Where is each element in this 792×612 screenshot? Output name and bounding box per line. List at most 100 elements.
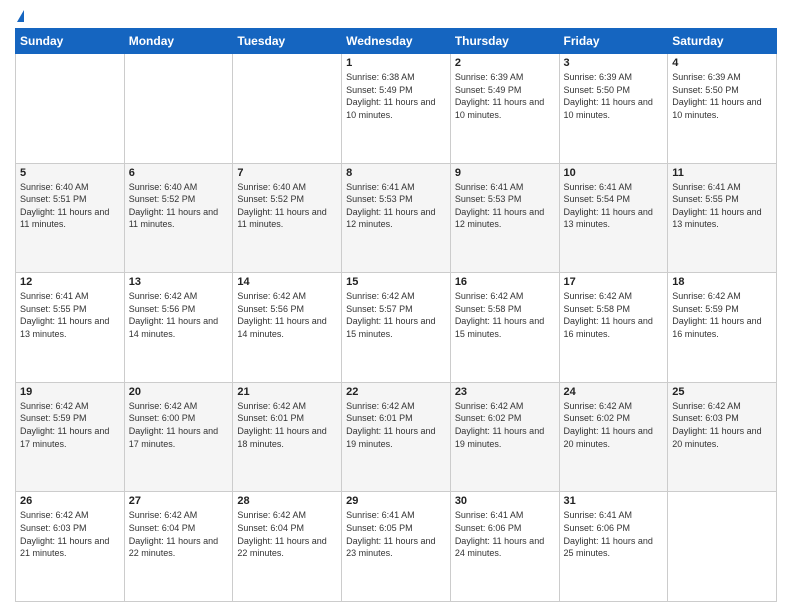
day-number: 13: [129, 276, 229, 288]
day-cell: 20 Sunrise: 6:42 AMSunset: 6:00 PMDayligh…: [124, 382, 233, 492]
logo-triangle-icon: [17, 10, 24, 22]
day-cell: 7 Sunrise: 6:40 AMSunset: 5:52 PMDaylight…: [233, 163, 342, 273]
day-info: Sunrise: 6:41 AMSunset: 6:06 PMDaylight:…: [564, 509, 664, 559]
day-cell: 19 Sunrise: 6:42 AMSunset: 5:59 PMDayligh…: [16, 382, 125, 492]
day-number: 16: [455, 276, 555, 288]
day-header-friday: Friday: [559, 29, 668, 54]
day-cell: 29 Sunrise: 6:41 AMSunset: 6:05 PMDayligh…: [342, 492, 451, 602]
day-info: Sunrise: 6:42 AMSunset: 6:04 PMDaylight:…: [129, 509, 229, 559]
calendar-table: SundayMondayTuesdayWednesdayThursdayFrid…: [15, 28, 777, 602]
day-info: Sunrise: 6:41 AMSunset: 5:53 PMDaylight:…: [455, 181, 555, 231]
day-info: Sunrise: 6:38 AMSunset: 5:49 PMDaylight:…: [346, 71, 446, 121]
day-number: 1: [346, 57, 446, 69]
week-row-2: 5Sunrise: 6:40 AMSunset: 5:51 PMDaylight…: [16, 163, 777, 273]
day-number: 24: [564, 386, 664, 398]
day-info: Sunrise: 6:42 AMSunset: 6:01 PMDaylight:…: [237, 400, 337, 450]
day-header-wednesday: Wednesday: [342, 29, 451, 54]
day-number: 23: [455, 386, 555, 398]
day-cell: 28 Sunrise: 6:42 AMSunset: 6:04 PMDayligh…: [233, 492, 342, 602]
day-info: Sunrise: 6:42 AMSunset: 6:03 PMDaylight:…: [20, 509, 120, 559]
day-number: 3: [564, 57, 664, 69]
day-info: Sunrise: 6:42 AMSunset: 5:56 PMDaylight:…: [129, 290, 229, 340]
day-info: Sunrise: 6:42 AMSunset: 6:02 PMDaylight:…: [564, 400, 664, 450]
day-header-saturday: Saturday: [668, 29, 777, 54]
day-info: Sunrise: 6:42 AMSunset: 5:58 PMDaylight:…: [455, 290, 555, 340]
day-number: 29: [346, 495, 446, 507]
logo: [15, 10, 24, 22]
day-number: 19: [20, 386, 120, 398]
day-cell: 3 Sunrise: 6:39 AMSunset: 5:50 PMDaylight…: [559, 54, 668, 164]
week-row-3: 12Sunrise: 6:41 AMSunset: 5:55 PMDayligh…: [16, 273, 777, 383]
day-info: Sunrise: 6:39 AMSunset: 5:50 PMDaylight:…: [564, 71, 664, 121]
day-number: 27: [129, 495, 229, 507]
page: SundayMondayTuesdayWednesdayThursdayFrid…: [0, 0, 792, 612]
day-header-monday: Monday: [124, 29, 233, 54]
day-info: Sunrise: 6:42 AMSunset: 6:00 PMDaylight:…: [129, 400, 229, 450]
day-cell: 10 Sunrise: 6:41 AMSunset: 5:54 PMDayligh…: [559, 163, 668, 273]
day-number: 8: [346, 167, 446, 179]
day-number: 20: [129, 386, 229, 398]
day-number: 22: [346, 386, 446, 398]
day-cell: 6Sunrise: 6:40 AMSunset: 5:52 PMDaylight…: [124, 163, 233, 273]
day-number: 26: [20, 495, 120, 507]
day-cell: 13 Sunrise: 6:42 AMSunset: 5:56 PMDayligh…: [124, 273, 233, 383]
day-cell: 30Sunrise: 6:41 AMSunset: 6:06 PMDayligh…: [450, 492, 559, 602]
week-row-4: 19 Sunrise: 6:42 AMSunset: 5:59 PMDayligh…: [16, 382, 777, 492]
day-info: Sunrise: 6:39 AMSunset: 5:50 PMDaylight:…: [672, 71, 772, 121]
day-cell: 1 Sunrise: 6:38 AMSunset: 5:49 PMDaylight…: [342, 54, 451, 164]
day-number: 18: [672, 276, 772, 288]
day-info: Sunrise: 6:41 AMSunset: 5:53 PMDaylight:…: [346, 181, 446, 231]
day-cell: 12Sunrise: 6:41 AMSunset: 5:55 PMDayligh…: [16, 273, 125, 383]
week-row-5: 26 Sunrise: 6:42 AMSunset: 6:03 PMDayligh…: [16, 492, 777, 602]
day-cell: 22 Sunrise: 6:42 AMSunset: 6:01 PMDayligh…: [342, 382, 451, 492]
day-info: Sunrise: 6:42 AMSunset: 5:58 PMDaylight:…: [564, 290, 664, 340]
day-cell: 16 Sunrise: 6:42 AMSunset: 5:58 PMDayligh…: [450, 273, 559, 383]
day-cell: 5Sunrise: 6:40 AMSunset: 5:51 PMDaylight…: [16, 163, 125, 273]
day-cell: 15Sunrise: 6:42 AMSunset: 5:57 PMDayligh…: [342, 273, 451, 383]
day-info: Sunrise: 6:41 AMSunset: 5:55 PMDaylight:…: [672, 181, 772, 231]
day-header-thursday: Thursday: [450, 29, 559, 54]
day-number: 7: [237, 167, 337, 179]
day-number: 31: [564, 495, 664, 507]
day-number: 14: [237, 276, 337, 288]
day-cell: 17Sunrise: 6:42 AMSunset: 5:58 PMDayligh…: [559, 273, 668, 383]
day-cell: 27 Sunrise: 6:42 AMSunset: 6:04 PMDayligh…: [124, 492, 233, 602]
day-info: Sunrise: 6:42 AMSunset: 6:02 PMDaylight:…: [455, 400, 555, 450]
day-cell: [668, 492, 777, 602]
day-cell: 31 Sunrise: 6:41 AMSunset: 6:06 PMDayligh…: [559, 492, 668, 602]
day-number: 9: [455, 167, 555, 179]
day-info: Sunrise: 6:40 AMSunset: 5:51 PMDaylight:…: [20, 181, 120, 231]
day-number: 12: [20, 276, 120, 288]
day-header-sunday: Sunday: [16, 29, 125, 54]
day-cell: 2Sunrise: 6:39 AMSunset: 5:49 PMDaylight…: [450, 54, 559, 164]
header: [15, 10, 777, 22]
day-cell: 26 Sunrise: 6:42 AMSunset: 6:03 PMDayligh…: [16, 492, 125, 602]
day-info: Sunrise: 6:41 AMSunset: 5:54 PMDaylight:…: [564, 181, 664, 231]
day-cell: [16, 54, 125, 164]
day-info: Sunrise: 6:40 AMSunset: 5:52 PMDaylight:…: [237, 181, 337, 231]
day-info: Sunrise: 6:41 AMSunset: 6:05 PMDaylight:…: [346, 509, 446, 559]
day-number: 25: [672, 386, 772, 398]
day-number: 2: [455, 57, 555, 69]
day-cell: 23 Sunrise: 6:42 AMSunset: 6:02 PMDayligh…: [450, 382, 559, 492]
day-info: Sunrise: 6:40 AMSunset: 5:52 PMDaylight:…: [129, 181, 229, 231]
day-number: 28: [237, 495, 337, 507]
day-cell: 14 Sunrise: 6:42 AMSunset: 5:56 PMDayligh…: [233, 273, 342, 383]
day-cell: 9 Sunrise: 6:41 AMSunset: 5:53 PMDaylight…: [450, 163, 559, 273]
day-info: Sunrise: 6:42 AMSunset: 6:04 PMDaylight:…: [237, 509, 337, 559]
day-cell: [233, 54, 342, 164]
day-info: Sunrise: 6:42 AMSunset: 6:01 PMDaylight:…: [346, 400, 446, 450]
week-row-1: 1 Sunrise: 6:38 AMSunset: 5:49 PMDaylight…: [16, 54, 777, 164]
day-number: 10: [564, 167, 664, 179]
day-cell: 11 Sunrise: 6:41 AMSunset: 5:55 PMDayligh…: [668, 163, 777, 273]
days-header-row: SundayMondayTuesdayWednesdayThursdayFrid…: [16, 29, 777, 54]
day-info: Sunrise: 6:42 AMSunset: 5:59 PMDaylight:…: [672, 290, 772, 340]
day-cell: 25Sunrise: 6:42 AMSunset: 6:03 PMDayligh…: [668, 382, 777, 492]
day-cell: 8 Sunrise: 6:41 AMSunset: 5:53 PMDaylight…: [342, 163, 451, 273]
day-cell: 4Sunrise: 6:39 AMSunset: 5:50 PMDaylight…: [668, 54, 777, 164]
day-info: Sunrise: 6:42 AMSunset: 5:59 PMDaylight:…: [20, 400, 120, 450]
day-info: Sunrise: 6:42 AMSunset: 5:57 PMDaylight:…: [346, 290, 446, 340]
day-info: Sunrise: 6:41 AMSunset: 6:06 PMDaylight:…: [455, 509, 555, 559]
day-number: 11: [672, 167, 772, 179]
day-info: Sunrise: 6:42 AMSunset: 5:56 PMDaylight:…: [237, 290, 337, 340]
